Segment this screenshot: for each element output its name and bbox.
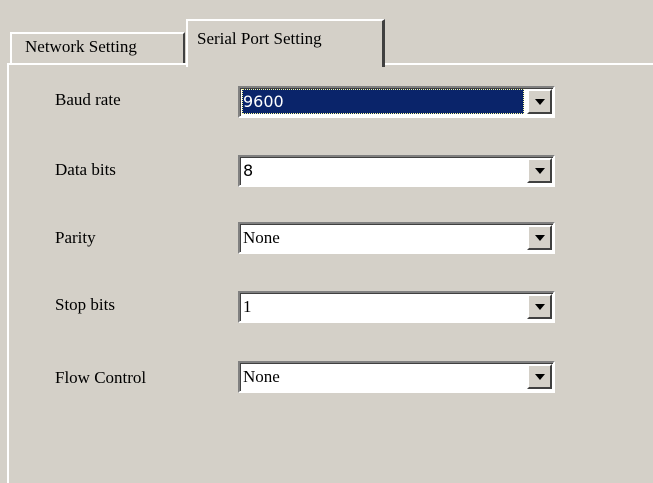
chevron-down-icon xyxy=(535,374,545,380)
baud-rate-label: Baud rate xyxy=(55,90,121,109)
chevron-down-icon xyxy=(535,168,545,174)
parity-dropdown-button[interactable] xyxy=(527,225,552,250)
tab-serial-port-setting[interactable]: Serial Port Setting xyxy=(186,19,385,67)
tab-network-setting-label: Network Setting xyxy=(25,37,137,56)
serial-port-settings-panel xyxy=(7,63,653,483)
tab-serial-port-setting-label: Serial Port Setting xyxy=(197,29,322,48)
stop-bits-dropdown[interactable]: 1 xyxy=(238,291,555,323)
baud-rate-dropdown-button[interactable] xyxy=(527,89,552,114)
flow-control-dropdown[interactable]: None xyxy=(238,361,555,393)
stop-bits-value: 1 xyxy=(243,297,252,316)
flow-control-value: None xyxy=(243,367,280,386)
tab-network-setting[interactable]: Network Setting xyxy=(10,32,185,64)
chevron-down-icon xyxy=(535,304,545,310)
stop-bits-label: Stop bits xyxy=(55,295,115,314)
data-bits-label: Data bits xyxy=(55,160,116,179)
data-bits-dropdown[interactable]: 8 xyxy=(238,155,555,187)
chevron-down-icon xyxy=(535,99,545,105)
parity-dropdown[interactable]: None xyxy=(238,222,555,254)
data-bits-dropdown-button[interactable] xyxy=(527,158,552,183)
stop-bits-dropdown-button[interactable] xyxy=(527,294,552,319)
parity-label: Parity xyxy=(55,228,96,247)
flow-control-dropdown-button[interactable] xyxy=(527,364,552,389)
chevron-down-icon xyxy=(535,235,545,241)
data-bits-value: 8 xyxy=(243,161,254,180)
baud-rate-value: 9600 xyxy=(242,89,524,114)
parity-value: None xyxy=(243,228,280,247)
baud-rate-dropdown[interactable]: 9600 xyxy=(238,86,555,118)
flow-control-label: Flow Control xyxy=(55,368,147,387)
